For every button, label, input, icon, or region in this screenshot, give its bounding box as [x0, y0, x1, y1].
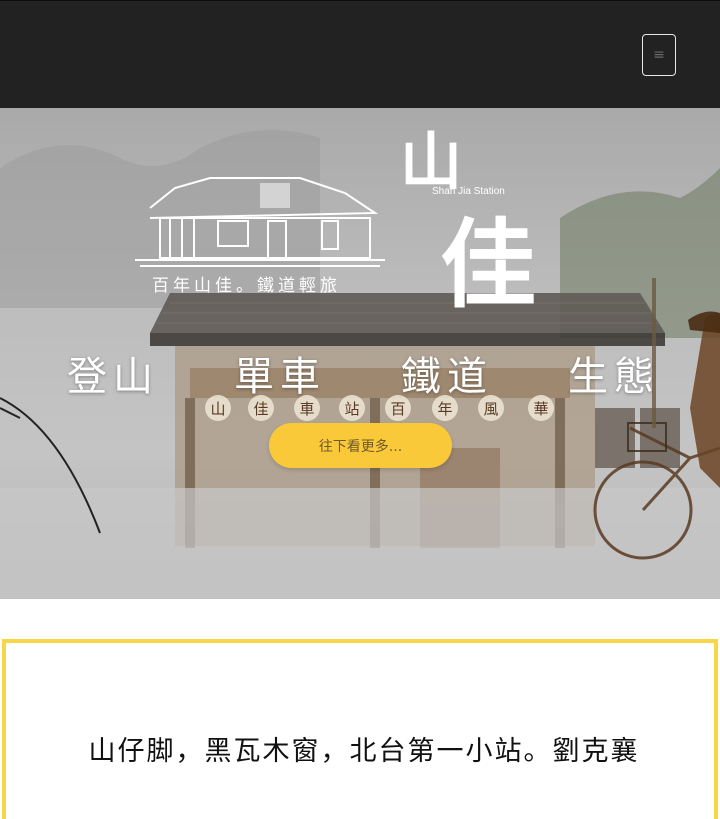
logo-english-name: Shan Jia Station — [432, 186, 505, 197]
hamburger-icon: ≡ — [653, 47, 665, 63]
sign-plaque-char: 佳 — [253, 400, 268, 418]
sign-plaque-char: 百 — [390, 400, 405, 418]
sign-plaque-char: 站 — [344, 400, 359, 418]
intro-quote: 山仔脚，黑瓦木窗，北台第一小站。劉克襄 — [88, 736, 640, 767]
category-ecology[interactable]: 生態 — [568, 344, 660, 402]
sign-plaque-char: 車 — [299, 400, 314, 418]
category-cycling[interactable]: 單車 — [234, 344, 326, 402]
sign-plaque-char: 風 — [483, 400, 498, 418]
sign-plaque-char: 華 — [533, 400, 548, 418]
sign-plaque-char: 年 — [437, 400, 452, 418]
menu-toggle-button[interactable]: ≡ — [642, 34, 676, 76]
quote-frame: 山仔脚，黑瓦木窗，北台第一小站。劉克襄 — [2, 639, 718, 819]
intro-section: 山仔脚，黑瓦木窗，北台第一小站。劉克襄 — [0, 599, 720, 819]
category-hiking[interactable]: 登山 — [67, 344, 159, 402]
hero-banner: 山 佳 山佳車站百年風華 Shan Jia Station 百年山佳。鐵道輕旅 … — [0, 108, 720, 599]
logo-subtitle: 百年山佳。鐵道輕旅 — [152, 276, 341, 296]
logo-char-jia: 佳 — [440, 208, 536, 321]
top-navbar: ≡ — [0, 0, 720, 108]
category-railway[interactable]: 鐵道 — [401, 344, 493, 402]
sign-plaque-char: 山 — [210, 400, 225, 418]
scroll-more-button[interactable]: 往下看更多... — [269, 423, 452, 468]
